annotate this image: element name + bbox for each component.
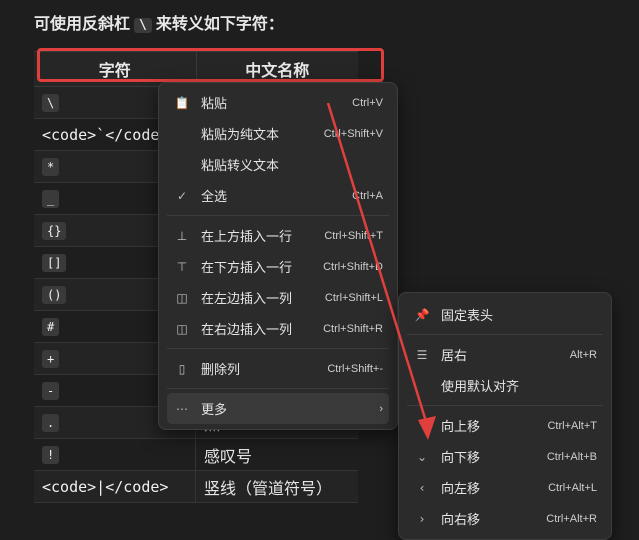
more-icon: ⋯ xyxy=(176,401,188,416)
chevron-right-icon: › xyxy=(419,511,425,526)
intro-after: 来转义如下字符： xyxy=(155,14,284,33)
menu-item-label: 向左移 xyxy=(441,482,481,497)
menu-separator xyxy=(407,405,603,406)
menu-item-label: 向右移 xyxy=(441,513,481,528)
insert-row-above-icon: ⊥ xyxy=(176,228,188,243)
chevron-down-icon: ⌄ xyxy=(416,449,428,464)
more-submenu: 📌 固定表头 ☰ 居右 Alt+R 使用默认对齐 ⌃ 向上移 Ctrl+Alt+T ⌄ 向下移 Ctr… xyxy=(398,292,612,540)
check-icon: ✓ xyxy=(176,188,188,203)
menu-item-shortcut: Alt+R xyxy=(569,348,597,361)
menu-item-label: 粘贴为纯文本 xyxy=(201,128,280,143)
char-value: . xyxy=(42,413,60,432)
name-cell[interactable]: 感叹号 xyxy=(196,439,358,470)
char-value: * xyxy=(42,157,60,176)
menu-item-shortcut: Ctrl+Alt+T xyxy=(547,419,597,432)
char-value: - xyxy=(42,381,60,400)
char-value: # xyxy=(42,317,60,336)
table-row[interactable]: <code>|</code> 竖线（管道符号） xyxy=(34,471,358,503)
menu-item[interactable]: ⊤ 在下方插入一行 Ctrl+Shift+D xyxy=(167,251,389,282)
menu-item-shortcut: Ctrl+Alt+B xyxy=(546,450,597,463)
char-cell[interactable]: ! xyxy=(34,439,196,470)
menu-item-shortcut: Ctrl+A xyxy=(352,189,383,202)
chevron-up-icon: ⌃ xyxy=(416,418,428,433)
menu-item-shortcut: Ctrl+Shift+V xyxy=(323,127,383,140)
menu-item-label: 居右 xyxy=(441,349,468,364)
menu-item-shortcut: Ctrl+Shift+D xyxy=(323,260,383,273)
menu-separator xyxy=(167,348,389,349)
menu-item-label: 使用默认对齐 xyxy=(441,380,520,395)
name-cell[interactable]: 竖线（管道符号） xyxy=(196,471,358,502)
delete-col-icon: ▯ xyxy=(178,361,186,376)
char-cell[interactable]: <code>|</code> xyxy=(34,471,196,502)
pin-icon: 📌 xyxy=(414,307,430,322)
menu-item-label: 更多 xyxy=(201,403,228,418)
menu-item-label: 在下方插入一行 xyxy=(201,261,293,276)
menu-item[interactable]: 📋 粘贴 Ctrl+V xyxy=(167,87,389,118)
menu-item[interactable]: 粘贴转义文本 xyxy=(167,149,389,180)
insert-col-left-icon: ◫ xyxy=(176,290,188,305)
menu-item-label: 在左边插入一列 xyxy=(201,292,293,307)
menu-item[interactable]: 使用默认对齐 xyxy=(407,370,603,401)
menu-item-shortcut: Ctrl+Shift+T xyxy=(324,229,383,242)
menu-item-label: 全选 xyxy=(201,190,228,205)
menu-item[interactable]: 📌 固定表头 xyxy=(407,299,603,330)
char-value: \ xyxy=(42,93,60,112)
char-value: <code>`</code> xyxy=(42,125,169,144)
menu-item[interactable]: ▯ 删除列 Ctrl+Shift+- xyxy=(167,353,389,384)
intro-before: 可使用反斜杠 xyxy=(34,14,131,33)
char-value: {} xyxy=(42,221,67,240)
table-row[interactable]: ! 感叹号 xyxy=(34,439,358,471)
menu-item[interactable]: ◫ 在右边插入一列 Ctrl+Shift+R xyxy=(167,313,389,344)
menu-item-label: 粘贴转义文本 xyxy=(201,159,280,174)
menu-item-label: 在上方插入一行 xyxy=(201,230,293,245)
char-value: ! xyxy=(42,445,60,464)
menu-item[interactable]: 粘贴为纯文本 Ctrl+Shift+V xyxy=(167,118,389,149)
menu-item[interactable]: ⊥ 在上方插入一行 Ctrl+Shift+T xyxy=(167,220,389,251)
char-value: <code>|</code> xyxy=(42,477,169,496)
menu-item-label: 粘贴 xyxy=(201,97,228,112)
menu-item-label: 删除列 xyxy=(201,363,241,378)
menu-item-shortcut: Ctrl+Alt+R xyxy=(546,512,597,525)
annotation-highlight-box xyxy=(37,48,384,82)
clipboard-icon: 📋 xyxy=(174,95,190,110)
menu-item-shortcut: › xyxy=(379,402,383,415)
menu-item-shortcut: Ctrl+V xyxy=(352,96,383,109)
menu-item[interactable]: ✓ 全选 Ctrl+A xyxy=(167,180,389,211)
char-value: () xyxy=(42,285,67,304)
intro-text: 可使用反斜杠 \ 来转义如下字符： xyxy=(34,10,284,34)
context-menu: 📋 粘贴 Ctrl+V 粘贴为纯文本 Ctrl+Shift+V 粘贴转义文本 ✓ 全选 Ctrl… xyxy=(158,82,398,430)
menu-item[interactable]: ‹ 向左移 Ctrl+Alt+L xyxy=(407,472,603,503)
menu-separator xyxy=(167,388,389,389)
menu-item[interactable]: ☰ 居右 Alt+R xyxy=(407,339,603,370)
menu-item[interactable]: ⌃ 向上移 Ctrl+Alt+T xyxy=(407,410,603,441)
insert-row-below-icon: ⊤ xyxy=(176,259,188,274)
menu-item-shortcut: Ctrl+Shift+- xyxy=(327,362,383,375)
menu-item[interactable]: ⋯ 更多 › xyxy=(167,393,389,424)
menu-separator xyxy=(167,215,389,216)
insert-col-right-icon: ◫ xyxy=(176,321,188,336)
char-value: [] xyxy=(42,253,67,272)
char-value: + xyxy=(42,349,60,368)
menu-item-shortcut: Ctrl+Shift+L xyxy=(324,291,383,304)
menu-item-label: 在右边插入一列 xyxy=(201,323,293,338)
menu-item-shortcut: Ctrl+Alt+L xyxy=(548,481,597,494)
align-right-icon: ☰ xyxy=(416,347,428,362)
menu-item[interactable]: ◫ 在左边插入一列 Ctrl+Shift+L xyxy=(167,282,389,313)
menu-item-label: 向上移 xyxy=(441,420,481,435)
menu-item[interactable]: › 向右移 Ctrl+Alt+R xyxy=(407,503,603,534)
menu-item-shortcut: Ctrl+Shift+R xyxy=(323,322,383,335)
char-value: _ xyxy=(42,189,60,208)
menu-item-label: 固定表头 xyxy=(441,309,494,324)
menu-item-label: 向下移 xyxy=(441,451,481,466)
chevron-left-icon: ‹ xyxy=(419,480,425,495)
backslash-code: \ xyxy=(134,18,152,33)
menu-item[interactable]: ⌄ 向下移 Ctrl+Alt+B xyxy=(407,441,603,472)
menu-separator xyxy=(407,334,603,335)
